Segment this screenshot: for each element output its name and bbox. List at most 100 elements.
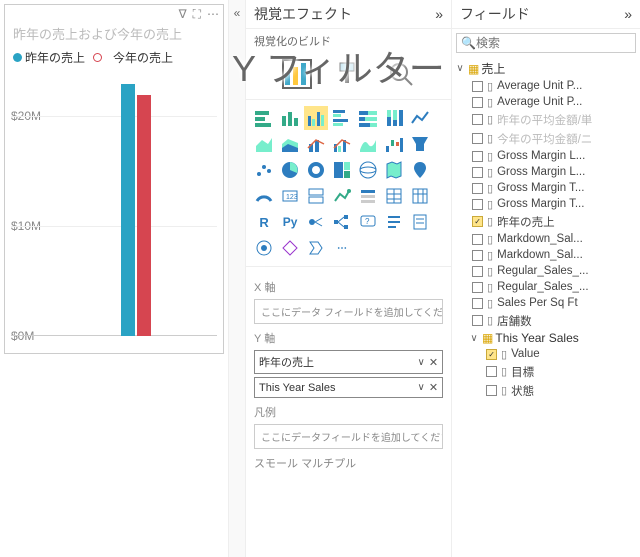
field-checkbox[interactable]: [472, 97, 483, 108]
field-checkbox[interactable]: [472, 282, 483, 293]
field-checkbox[interactable]: [472, 298, 483, 309]
line-chart-icon[interactable]: [408, 106, 432, 130]
field-row[interactable]: ▯Sales Per Sq Ft: [452, 295, 640, 311]
field-row[interactable]: ▯今年の平均金額/ニ: [452, 129, 640, 148]
field-row[interactable]: ▯Gross Margin L...: [452, 148, 640, 164]
field-row[interactable]: ▯Value: [452, 346, 640, 362]
build-mode-button[interactable]: [282, 59, 312, 89]
clustered-column-icon[interactable]: [304, 106, 328, 130]
chart-tile[interactable]: ∇ ⛶ ⋯ 昨年の売上および今年の売上 昨年の売上 今年の売上 $20M $10…: [4, 4, 224, 354]
expand-icon[interactable]: «: [234, 6, 241, 20]
field-checkbox[interactable]: [486, 385, 497, 396]
field-checkbox[interactable]: [472, 234, 483, 245]
ribbon-chart-icon[interactable]: [356, 132, 380, 156]
field-row[interactable]: ▯Gross Margin T...: [452, 180, 640, 196]
r-visual-icon[interactable]: R: [252, 210, 276, 234]
analytics-mode-button[interactable]: [386, 59, 416, 89]
format-mode-button[interactable]: [334, 59, 364, 89]
field-row[interactable]: ▯状態: [452, 381, 640, 400]
field-row[interactable]: ▯昨年の平均金額/単: [452, 110, 640, 129]
field-row[interactable]: ▯Regular_Sales_...: [452, 279, 640, 295]
get-more-visuals-icon[interactable]: ⋯: [330, 236, 354, 260]
kpi-icon[interactable]: [330, 184, 354, 208]
field-checkbox[interactable]: [486, 349, 497, 360]
donut-icon[interactable]: [304, 158, 328, 182]
power-apps-icon[interactable]: [278, 236, 302, 260]
y-axis-field-2[interactable]: This Year Sales ∨ ✕: [254, 377, 443, 398]
field-checkbox[interactable]: [472, 199, 483, 210]
remove-field-icon[interactable]: ✕: [429, 356, 438, 369]
decomposition-tree-icon[interactable]: [330, 210, 354, 234]
gauge-icon[interactable]: [252, 184, 276, 208]
search-input[interactable]: [476, 36, 631, 50]
field-row[interactable]: ▯Gross Margin T...: [452, 196, 640, 212]
map-icon[interactable]: [356, 158, 380, 182]
stacked-bar-100-icon[interactable]: [356, 106, 380, 130]
line-stacked-column-icon[interactable]: [304, 132, 328, 156]
bar-last-year[interactable]: [121, 84, 135, 336]
slicer-icon[interactable]: [356, 184, 380, 208]
scatter-icon[interactable]: [252, 158, 276, 182]
card-icon[interactable]: 123: [278, 184, 302, 208]
py-visual-icon[interactable]: Py: [278, 210, 302, 234]
bar-this-year[interactable]: [137, 95, 151, 336]
field-checkbox[interactable]: [472, 167, 483, 178]
remove-field-icon[interactable]: ✕: [429, 381, 438, 394]
collapse-icon[interactable]: »: [435, 6, 443, 22]
chevron-down-icon[interactable]: ∨: [418, 357, 425, 368]
waterfall-icon[interactable]: [382, 132, 406, 156]
field-checkbox[interactable]: [472, 81, 483, 92]
stacked-area-icon[interactable]: [278, 132, 302, 156]
stacked-column-icon[interactable]: [278, 106, 302, 130]
pie-icon[interactable]: [278, 158, 302, 182]
field-row[interactable]: ▯店舗数: [452, 311, 640, 330]
paginated-report-icon[interactable]: [408, 210, 432, 234]
power-automate-icon[interactable]: [304, 236, 328, 260]
field-checkbox[interactable]: [486, 366, 497, 377]
multi-row-card-icon[interactable]: [304, 184, 328, 208]
field-row[interactable]: ▯目標: [452, 362, 640, 381]
key-influencers-icon[interactable]: [304, 210, 328, 234]
stacked-column-100-icon[interactable]: [382, 106, 406, 130]
field-row[interactable]: ▯Regular_Sales_...: [452, 263, 640, 279]
x-axis-drop[interactable]: ここにデータ フィールドを追加してくださ: [254, 299, 443, 324]
chevron-down-icon[interactable]: ∨: [418, 382, 425, 393]
filter-icon[interactable]: ∇: [179, 7, 187, 22]
azure-map-icon[interactable]: [408, 158, 432, 182]
field-checkbox[interactable]: [472, 250, 483, 261]
field-row[interactable]: ▯Average Unit P...: [452, 78, 640, 94]
table-icon[interactable]: [382, 184, 406, 208]
field-row[interactable]: ▯昨年の売上: [452, 212, 640, 231]
treemap-icon[interactable]: [330, 158, 354, 182]
line-clustered-column-icon[interactable]: [330, 132, 354, 156]
table-header[interactable]: ∨▦売上: [452, 59, 640, 78]
field-checkbox[interactable]: [472, 183, 483, 194]
field-checkbox[interactable]: [472, 266, 483, 277]
field-checkbox[interactable]: [472, 133, 483, 144]
field-row[interactable]: ▯Gross Margin L...: [452, 164, 640, 180]
field-row[interactable]: ▯Markdown_Sal...: [452, 231, 640, 247]
clustered-bar-icon[interactable]: [330, 106, 354, 130]
qa-visual-icon[interactable]: ?: [356, 210, 380, 234]
focus-mode-icon[interactable]: ⛶: [193, 7, 201, 22]
expand-icon[interactable]: ∨: [454, 63, 466, 74]
field-row[interactable]: ▯Markdown_Sal...: [452, 247, 640, 263]
legend-drop[interactable]: ここにデータフィールドを追加してください: [254, 424, 443, 449]
funnel-icon[interactable]: [408, 132, 432, 156]
fields-search[interactable]: 🔍: [456, 33, 636, 53]
field-checkbox[interactable]: [472, 216, 483, 227]
smart-narrative-icon[interactable]: [382, 210, 406, 234]
arcgis-icon[interactable]: [252, 236, 276, 260]
filled-map-icon[interactable]: [382, 158, 406, 182]
expand-icon[interactable]: ∨: [468, 333, 480, 344]
collapse-icon[interactable]: »: [624, 6, 632, 22]
table-header[interactable]: ∨▦This Year Sales: [466, 330, 640, 346]
field-checkbox[interactable]: [472, 151, 483, 162]
matrix-icon[interactable]: [408, 184, 432, 208]
filters-pane-collapsed[interactable]: «: [228, 0, 246, 557]
area-chart-icon[interactable]: [252, 132, 276, 156]
field-checkbox[interactable]: [472, 114, 483, 125]
field-row[interactable]: ▯Average Unit P...: [452, 94, 640, 110]
stacked-bar-icon[interactable]: [252, 106, 276, 130]
field-checkbox[interactable]: [472, 315, 483, 326]
